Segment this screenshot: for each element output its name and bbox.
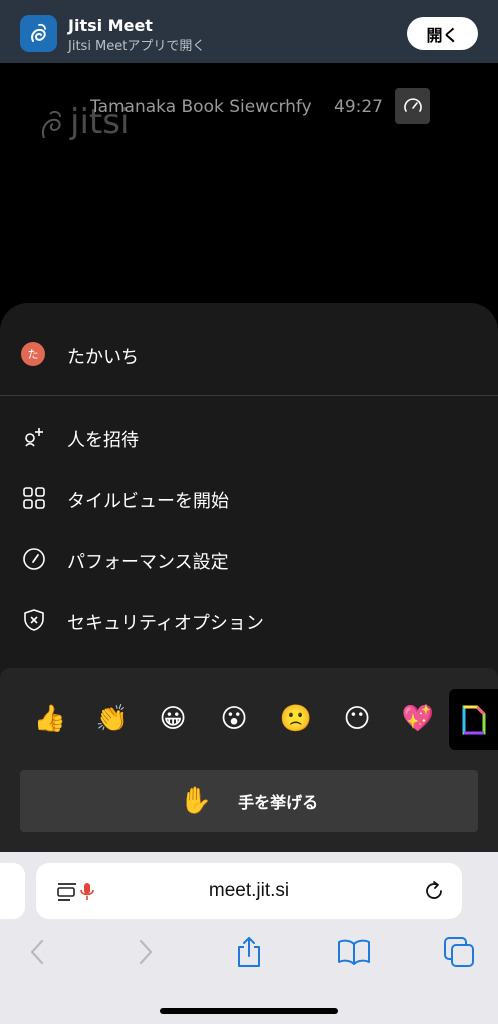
forward-icon — [139, 939, 153, 965]
speedometer-icon — [403, 98, 422, 112]
performance-settings-item[interactable]: パフォーマンス設定 — [0, 535, 498, 585]
reaction-silence[interactable]: 😶 — [339, 701, 375, 737]
invite-person-icon — [25, 428, 43, 447]
gif-button[interactable] — [449, 689, 498, 750]
raise-hand-emoji: ✋ — [179, 786, 213, 816]
back-icon — [30, 939, 44, 965]
tabs-icon — [444, 937, 474, 967]
share-icon — [238, 937, 260, 967]
bookmarks-icon — [338, 939, 370, 965]
performance-button[interactable] — [395, 88, 430, 124]
banner-title: Jitsi Meet — [68, 16, 153, 35]
reaction-clap[interactable]: 👏 — [94, 701, 130, 737]
back-button[interactable] — [21, 935, 55, 969]
gif-icon — [462, 705, 485, 734]
tabs-button[interactable] — [442, 935, 476, 969]
meeting-name: Tamanaka Book Siewcrhfy — [90, 97, 312, 117]
avatar: た — [21, 342, 45, 366]
speedometer-icon — [23, 548, 45, 570]
invite-people-item[interactable]: 人を招待 — [0, 413, 498, 463]
reaction-thumbs-up[interactable]: 👍 — [32, 701, 68, 737]
invite-people-label: 人を招待 — [67, 430, 139, 451]
forward-button[interactable] — [128, 935, 162, 969]
share-button[interactable] — [232, 935, 266, 969]
reaction-laugh[interactable]: 😀 — [155, 701, 191, 737]
banner-subtitle: Jitsi Meetアプリで開く — [68, 39, 206, 54]
raise-hand-label: 手を挙げる — [238, 793, 319, 812]
shield-x-icon — [24, 609, 44, 631]
security-options-item[interactable]: セキュリティオプション — [0, 596, 498, 646]
tile-view-label: タイルビューを開始 — [67, 491, 229, 512]
performance-settings-label: パフォーマンス設定 — [67, 552, 229, 573]
home-indicator[interactable] — [160, 1008, 338, 1014]
reaction-frown[interactable]: 🙁 — [278, 701, 314, 737]
open-app-button[interactable]: 開く — [407, 17, 478, 50]
previous-tab-preview[interactable] — [0, 863, 25, 919]
divider — [0, 395, 498, 396]
tile-view-icon — [23, 487, 45, 509]
jitsi-app-icon — [20, 15, 57, 52]
meeting-timer: 49:27 — [334, 97, 383, 117]
tile-view-item[interactable]: タイルビューを開始 — [0, 474, 498, 524]
url-text: meet.jit.si — [208, 880, 290, 901]
raise-hand-button[interactable]: ✋ 手を挙げる — [20, 770, 478, 832]
reaction-love[interactable]: 💖 — [400, 701, 436, 737]
security-options-label: セキュリティオプション — [67, 613, 264, 634]
reaction-surprised[interactable]: 😮 — [216, 701, 252, 737]
reload-icon[interactable] — [422, 879, 446, 903]
address-bar[interactable]: meet.jit.si — [36, 863, 462, 919]
participant-name: たかいち — [67, 347, 139, 368]
bookmarks-button[interactable] — [337, 935, 371, 969]
